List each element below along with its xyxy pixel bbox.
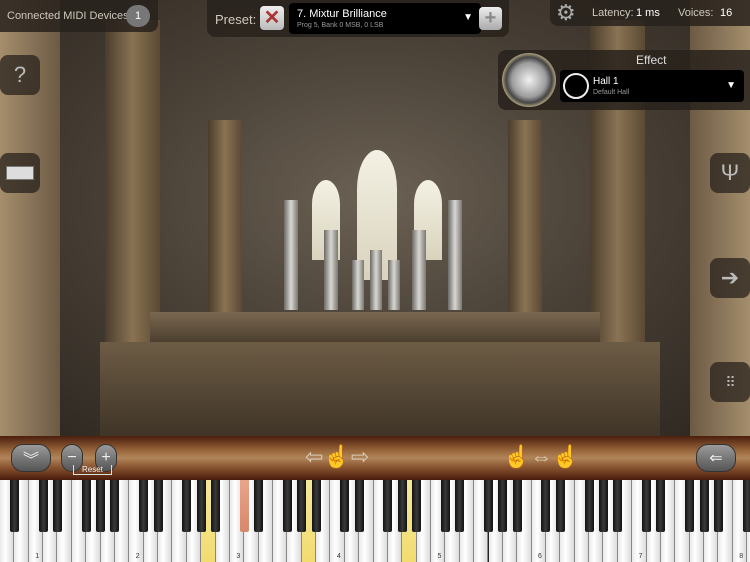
resize-keys-icon[interactable]: ☝⇔☝ — [503, 444, 580, 470]
effect-title: Effect — [636, 53, 667, 67]
reset-label[interactable]: Reset — [73, 465, 112, 475]
help-button[interactable]: ? — [0, 55, 40, 95]
voices-label: Voices: — [678, 7, 714, 19]
latency-label: Latency: — [592, 7, 634, 19]
black-key[interactable] — [139, 480, 149, 532]
black-key[interactable] — [742, 480, 750, 532]
midi-devices-label: Connected MIDI Devices: — [7, 10, 132, 22]
grid-icon: ⠿ — [725, 373, 735, 390]
black-key[interactable] — [455, 480, 465, 532]
midi-keyboard-icon — [6, 166, 34, 180]
black-key[interactable] — [498, 480, 508, 532]
black-key[interactable] — [656, 480, 666, 532]
octave-label: 5 — [437, 553, 442, 560]
octave-label: 8 — [739, 553, 744, 560]
black-key[interactable] — [282, 480, 292, 532]
octave-label: 7 — [638, 553, 643, 560]
preset-name: 7. Mixtur Brilliance — [297, 8, 387, 20]
back-button[interactable]: ⇐ — [696, 444, 736, 472]
black-key[interactable] — [685, 480, 695, 532]
black-key[interactable] — [440, 480, 450, 532]
octave-label: 6 — [538, 553, 542, 560]
black-key[interactable] — [211, 480, 221, 532]
black-key[interactable] — [598, 480, 608, 532]
black-key[interactable] — [354, 480, 364, 532]
black-key[interactable] — [412, 480, 422, 532]
delete-preset-button[interactable]: ✕ — [260, 6, 284, 30]
control-bar: ︾ − + Reset ⇦☝⇨ ☝⇔☝ ⇐ — [0, 436, 750, 480]
next-button[interactable]: ➔ — [710, 258, 750, 298]
effect-name: Hall 1 — [593, 76, 619, 87]
black-key[interactable] — [254, 480, 264, 532]
question-icon: ? — [13, 62, 27, 87]
octave-label: 4 — [336, 553, 341, 560]
black-key[interactable] — [340, 480, 350, 532]
effect-knob[interactable] — [502, 53, 556, 107]
effect-panel: Effect Hall 1 Default Hall ▼ — [498, 50, 750, 110]
voices-value: 16 — [720, 7, 733, 19]
collapse-button[interactable]: ︾ — [11, 444, 51, 472]
midi-devices-count[interactable]: 1 — [126, 5, 150, 27]
octave-label: 1 — [35, 553, 40, 560]
black-key[interactable] — [38, 480, 48, 532]
black-key[interactable] — [81, 480, 91, 532]
black-key[interactable] — [642, 480, 652, 532]
effect-select[interactable]: Hall 1 Default Hall ▼ — [560, 70, 744, 102]
preset-select[interactable]: 7. Mixtur Brilliance Prog 5, Bank 0 MSB,… — [289, 3, 481, 34]
grid-button[interactable]: ⠿ — [710, 362, 750, 402]
latency-value: 1 ms — [636, 7, 660, 19]
tuning-fork-icon: Ψ — [720, 160, 740, 185]
hall-icon — [563, 73, 589, 99]
midi-devices-panel: Connected MIDI Devices: 1 — [0, 0, 158, 32]
black-key[interactable] — [555, 480, 565, 532]
chevron-down-icon: ▼ — [463, 12, 473, 23]
preset-panel: Preset: ✕ 7. Mixtur Brilliance Prog 5, B… — [207, 0, 509, 37]
black-key[interactable] — [397, 480, 407, 532]
black-key[interactable] — [699, 480, 709, 532]
octave-label: 2 — [135, 553, 140, 560]
midi-button[interactable] — [0, 153, 40, 193]
effect-detail: Default Hall — [593, 89, 630, 96]
black-key[interactable] — [9, 480, 19, 532]
black-key[interactable] — [182, 480, 192, 532]
gear-icon[interactable]: ⚙ — [556, 0, 576, 26]
black-key[interactable] — [311, 480, 321, 532]
black-key[interactable] — [239, 480, 249, 532]
black-key[interactable] — [713, 480, 723, 532]
octave-label: 3 — [236, 553, 241, 560]
chevron-down-icon: ▼ — [726, 80, 736, 91]
slide-keyboard-icon[interactable]: ⇦☝⇨ — [305, 444, 369, 470]
black-key[interactable] — [110, 480, 120, 532]
black-key[interactable] — [512, 480, 522, 532]
arrow-right-icon: ➔ — [720, 265, 740, 290]
black-key[interactable] — [484, 480, 493, 532]
black-key[interactable] — [584, 480, 594, 532]
black-key[interactable] — [541, 480, 551, 532]
black-key[interactable] — [196, 480, 206, 532]
piano-keyboard[interactable]: 1 2 3 4 5 6 7 8 — [0, 480, 750, 562]
preset-label: Preset: — [215, 12, 257, 27]
tuning-button[interactable]: Ψ — [710, 153, 750, 193]
black-key[interactable] — [383, 480, 393, 532]
preset-detail: Prog 5, Bank 0 MSB, 0 LSB — [297, 22, 384, 29]
black-key[interactable] — [52, 480, 62, 532]
black-key[interactable] — [153, 480, 163, 532]
black-key[interactable] — [96, 480, 106, 532]
add-preset-button[interactable]: + — [479, 7, 502, 30]
black-key[interactable] — [613, 480, 623, 532]
status-panel: ⚙ Latency: 1 ms Voices: 16 — [550, 0, 750, 26]
black-key[interactable] — [297, 480, 307, 532]
